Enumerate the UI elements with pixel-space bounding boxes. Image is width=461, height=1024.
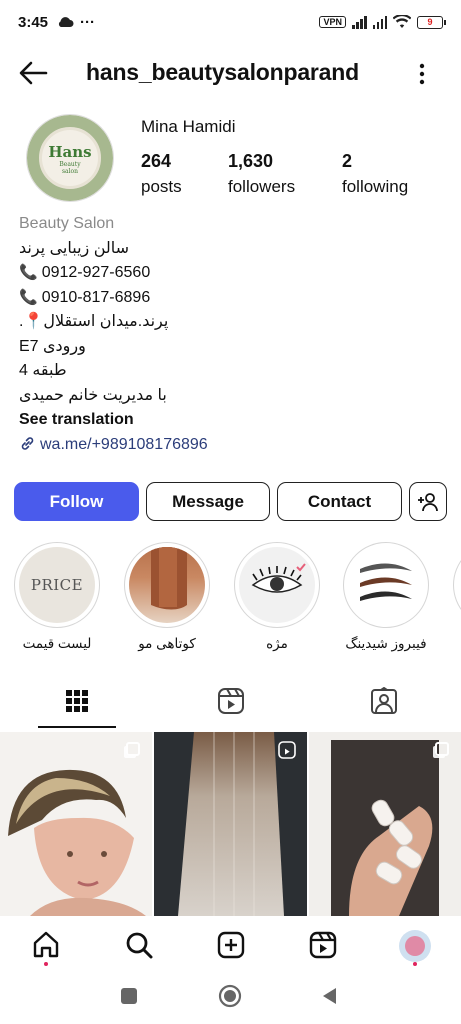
bio-title: سالن زیبایی پرند bbox=[19, 239, 130, 257]
posts-label: posts bbox=[141, 177, 182, 196]
bottom-nav bbox=[0, 918, 461, 970]
back-arrow-icon[interactable] bbox=[18, 60, 48, 86]
search-icon[interactable] bbox=[124, 930, 154, 960]
multi-post-icon bbox=[435, 742, 449, 756]
vpn-badge: VPN bbox=[319, 16, 346, 28]
suggested-users-button[interactable] bbox=[409, 482, 447, 521]
highlight-cover-hair bbox=[129, 547, 205, 623]
bio-link-text: wa.me/+989108176896 bbox=[40, 435, 208, 453]
followers-label: followers bbox=[228, 177, 296, 196]
contact-button[interactable]: Contact bbox=[277, 482, 402, 521]
cloud-icon bbox=[58, 17, 74, 27]
follow-button[interactable]: Follow bbox=[14, 482, 139, 521]
posts-stat[interactable]: 264 posts bbox=[141, 151, 182, 197]
signal-icon-2 bbox=[372, 15, 387, 29]
reels-icon[interactable] bbox=[216, 687, 246, 715]
highlight-label: لیست قیمت bbox=[22, 636, 92, 651]
avatar-logo: Hans Beauty salon bbox=[48, 143, 92, 175]
grid-icon[interactable] bbox=[62, 687, 92, 715]
system-nav-bar bbox=[0, 974, 461, 1024]
posts-count: 264 bbox=[141, 151, 172, 171]
profile-header: hans_beautysalonparand bbox=[0, 50, 461, 96]
multi-post-icon bbox=[126, 742, 140, 756]
profile-full-name: Mina Hamidi bbox=[141, 117, 236, 136]
reel-badge-icon bbox=[278, 741, 296, 759]
reels-nav-icon[interactable] bbox=[308, 930, 338, 960]
bio-floor: طبقه 4 bbox=[19, 362, 67, 379]
message-button[interactable]: Message bbox=[146, 482, 270, 521]
back-button[interactable] bbox=[320, 986, 338, 1006]
home-notification-dot bbox=[44, 962, 48, 966]
recents-button[interactable] bbox=[121, 988, 137, 1004]
highlight-partial[interactable] bbox=[453, 542, 461, 628]
create-post-icon[interactable] bbox=[216, 930, 246, 960]
posts-grid bbox=[0, 732, 461, 916]
bio-entrance: ورودی E7 bbox=[19, 337, 86, 355]
signal-icon bbox=[352, 15, 367, 29]
profile-notification-dot bbox=[413, 962, 417, 966]
profile-username: hans_beautysalonparand bbox=[86, 59, 359, 85]
followers-stat[interactable]: 1,630 followers bbox=[228, 151, 295, 197]
profile-nav-avatar[interactable] bbox=[399, 930, 431, 962]
see-translation-link[interactable]: See translation bbox=[19, 408, 449, 433]
followers-count: 1,630 bbox=[228, 151, 274, 171]
highlight-cover-price: PRICE bbox=[19, 547, 95, 623]
profile-avatar-icon bbox=[405, 936, 425, 956]
bio-link[interactable]: wa.me/+989108176896 bbox=[19, 433, 449, 458]
highlight-cover-eye bbox=[239, 547, 315, 623]
post-thumbnail-short-hair[interactable] bbox=[0, 732, 152, 916]
phone-icon: 📞 bbox=[19, 264, 38, 281]
bio-address: پرند.میدان استقلال📍. bbox=[19, 313, 169, 330]
profile-tabs bbox=[0, 670, 461, 730]
link-icon bbox=[21, 436, 34, 450]
post-thumbnail-long-hair[interactable] bbox=[154, 732, 307, 916]
bio-phone-2: 📞 0910-817-6896 bbox=[19, 288, 151, 306]
phone-icon: 📞 bbox=[19, 288, 38, 306]
more-options-icon[interactable] bbox=[412, 62, 432, 86]
highlight-label: فیبروز شیدینگ bbox=[345, 636, 427, 651]
avatar[interactable]: Hans Beauty salon bbox=[26, 114, 114, 202]
following-label: following bbox=[342, 177, 409, 196]
home-button[interactable] bbox=[218, 984, 242, 1008]
highlight-lashes[interactable]: مژه bbox=[234, 542, 320, 652]
highlight-label: کوتاهی مو bbox=[138, 636, 196, 651]
profile-bio: Beauty Salon سالن زیبایی پرند 📞 0912-927-… bbox=[19, 212, 449, 457]
bio-phone-1: 📞 0912-927-6560 bbox=[19, 264, 151, 281]
bio-manager: با مدیریت خانم حمیدی bbox=[19, 386, 167, 404]
post-thumbnail-nails[interactable] bbox=[309, 732, 461, 916]
status-bar: 3:45 ··· VPN 9 bbox=[0, 0, 461, 44]
status-time: 3:45 bbox=[18, 13, 49, 31]
add-person-icon bbox=[418, 492, 438, 511]
highlight-eyebrow[interactable]: فیبروز شیدینگ bbox=[343, 542, 429, 652]
active-tab-indicator bbox=[38, 726, 116, 728]
highlight-cover-brows bbox=[348, 547, 424, 623]
status-dots: ··· bbox=[80, 13, 96, 31]
highlight-haircut[interactable]: کوتاهی مو bbox=[124, 542, 210, 652]
bio-category: Beauty Salon bbox=[19, 215, 115, 232]
highlight-price-list[interactable]: PRICE لیست قیمت bbox=[14, 542, 100, 652]
following-stat[interactable]: 2 following bbox=[342, 151, 408, 197]
battery-icon: 9 bbox=[417, 15, 446, 29]
highlight-label: مژه bbox=[266, 636, 288, 651]
home-icon[interactable] bbox=[31, 930, 61, 960]
wifi-icon bbox=[393, 15, 411, 28]
tagged-icon[interactable] bbox=[369, 687, 399, 715]
following-count: 2 bbox=[342, 151, 353, 171]
